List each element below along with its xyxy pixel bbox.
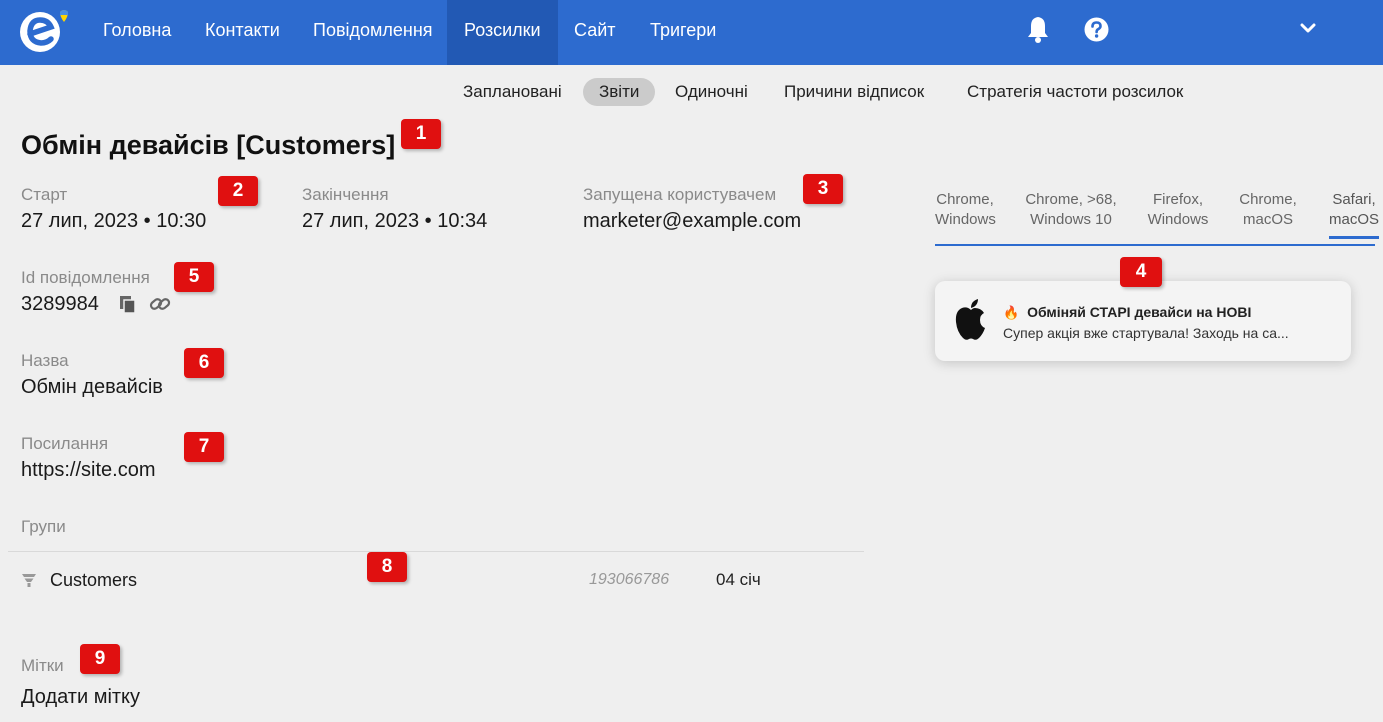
subnav-unsubscribe-reasons[interactable]: Причини відписок [768,78,940,106]
fire-icon: 🔥 [1003,305,1020,320]
tab-chrome-windows-line2: Windows [935,211,996,228]
annotation-badge-6: 6 [184,348,224,378]
logo[interactable] [20,8,68,54]
subnav-single[interactable]: Одиночні [659,78,764,106]
tab-chrome-macos-line1: Chrome, [1239,191,1297,208]
link-icon[interactable] [149,294,171,314]
nav-mailings[interactable]: Розсилки [447,0,558,65]
notification-title-row: 🔥 Обміняй СТАРІ девайси на НОВІ [1003,303,1251,322]
link-label: Посилання [21,434,109,453]
nav-contacts[interactable]: Контакти [188,0,297,65]
tab-chrome-macos-line2: macOS [1242,211,1293,228]
group-date: 04 січ [716,570,761,589]
annotation-badge-9: 9 [80,644,120,674]
tab-chrome-windows10-line2: Windows 10 [1030,211,1112,228]
tab-safari-macos-line1: Safari, [1332,191,1376,208]
annotation-badge-2: 2 [218,176,258,206]
apple-icon [955,299,985,340]
tags-label: Мітки [21,656,64,675]
tab-chrome-macos[interactable]: Chrome, macOS [1238,190,1298,230]
nav-messages[interactable]: Повідомлення [296,0,450,65]
launched-by-label: Запущена користувачем [583,185,777,204]
nav-home[interactable]: Головна [86,0,188,65]
tab-chrome-windows10[interactable]: Chrome, >68, Windows 10 [1025,190,1117,230]
add-tag-link[interactable]: Додати мітку [21,686,140,709]
tabs-underline [935,244,1375,246]
name-label: Назва [21,351,69,370]
annotation-badge-4: 4 [1120,257,1162,287]
tab-chrome-windows[interactable]: Chrome, Windows [935,190,996,230]
nav-site[interactable]: Сайт [557,0,633,65]
copy-icon[interactable] [118,294,138,314]
start-value: 27 лип, 2023 • 10:30 [21,210,207,232]
groups-label: Групи [21,517,66,536]
subnav-scheduled[interactable]: Заплановані [447,78,578,106]
chevron-down-icon[interactable] [1300,22,1316,34]
notification-preview: 🔥 Обміняй СТАРІ девайси на НОВІ Супер ак… [935,281,1351,361]
tab-firefox-windows-line2: Windows [1147,211,1209,228]
tab-safari-macos[interactable]: Safari, macOS [1329,190,1379,239]
message-id-value: 3289984 [21,293,99,315]
launched-by-value: marketer@example.com [583,210,802,232]
end-value: 27 лип, 2023 • 10:34 [302,210,488,232]
tab-safari-macos-line2: macOS [1329,211,1380,228]
annotation-badge-5: 5 [174,262,214,292]
notification-body: Супер акція вже стартувала! Заходь на са… [1003,325,1289,341]
nav-triggers[interactable]: Тригери [633,0,733,65]
bell-icon[interactable] [1026,15,1050,43]
subnav-reports[interactable]: Звіти [583,78,656,106]
group-id: 193066786 [589,571,670,588]
annotation-badge-3: 3 [803,174,843,204]
tab-firefox-windows-line1: Firefox, [1152,191,1203,208]
group-name: Customers [50,570,138,590]
name-value: Обмін девайсів [21,376,163,398]
subnav-frequency-strategy[interactable]: Стратегія частоти розсилок [951,78,1199,106]
top-navbar: Головна Контакти Повідомлення Розсилки С… [0,0,1383,65]
link-value[interactable]: https://site.com [21,459,156,482]
tab-chrome-windows10-line1: Chrome, >68, [1025,191,1117,208]
tab-chrome-windows-line1: Chrome, [936,191,994,208]
tab-firefox-windows[interactable]: Firefox, Windows [1146,190,1210,230]
notification-title: Обміняй СТАРІ девайси на НОВІ [1027,304,1252,320]
page-title: Обмін девайсів [Customers] [21,130,396,160]
help-icon[interactable] [1084,17,1109,42]
end-label: Закінчення [302,185,389,204]
start-label: Старт [21,185,68,204]
message-id-label: Id повідомлення [21,268,150,287]
annotation-badge-8: 8 [367,552,407,582]
filter-icon [22,574,36,587]
annotation-badge-1: 1 [401,119,441,149]
groups-divider [8,551,864,552]
annotation-badge-7: 7 [184,432,224,462]
